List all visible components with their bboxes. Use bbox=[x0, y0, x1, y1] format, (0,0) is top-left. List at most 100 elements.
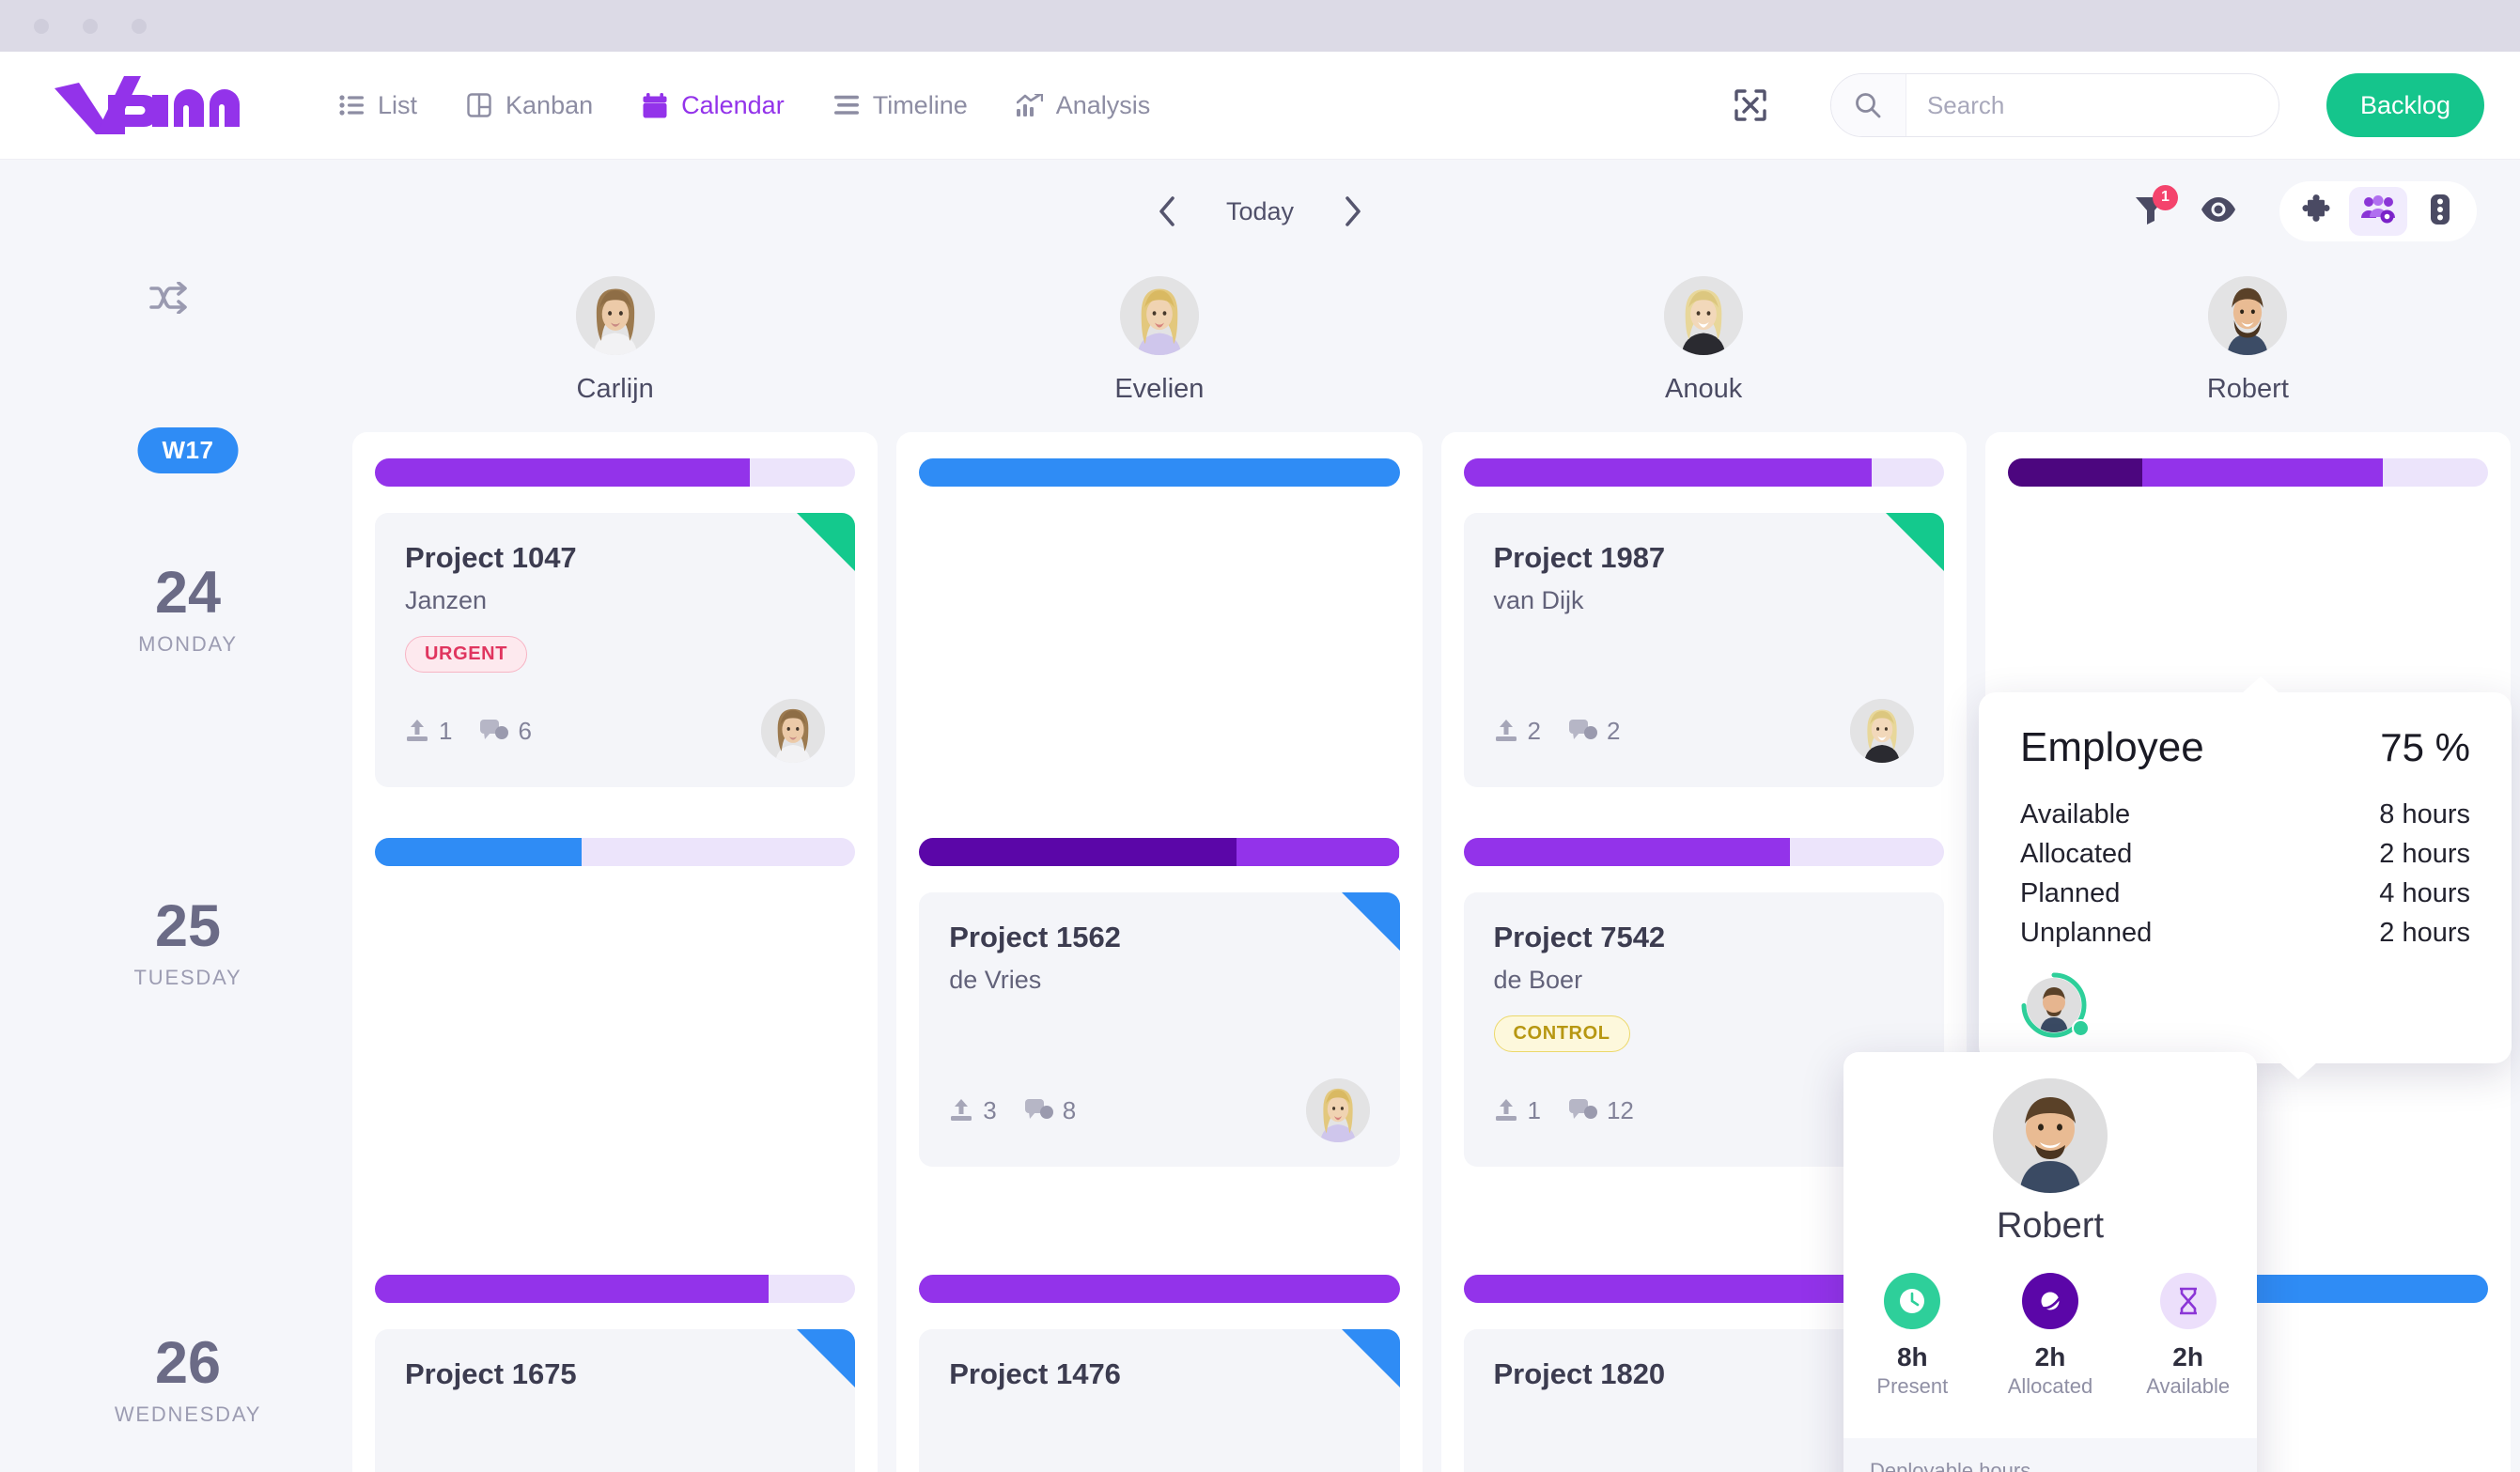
assignee-avatar[interactable] bbox=[1305, 1078, 1370, 1142]
capacity-segment bbox=[375, 458, 750, 487]
search-box[interactable] bbox=[1829, 73, 2279, 137]
assignee-avatar[interactable] bbox=[1849, 699, 1914, 763]
column-name: Evelien bbox=[1114, 374, 1205, 404]
capacity-bar[interactable] bbox=[919, 458, 1400, 487]
capacity-bar[interactable] bbox=[919, 1275, 1400, 1303]
pill-button-status[interactable] bbox=[2411, 187, 2469, 236]
day-cell-monday: 24 MONDAY bbox=[138, 564, 238, 657]
day-section: Project 1675 bbox=[352, 1248, 878, 1472]
stat-label: Allocated bbox=[2007, 1374, 2093, 1398]
assignee-avatar[interactable] bbox=[761, 699, 826, 763]
week-badge[interactable]: W17 bbox=[137, 427, 239, 473]
app-window: List Kanban Calendar Timeline Analysis S… bbox=[0, 0, 2520, 1472]
day-section bbox=[352, 812, 878, 1248]
day-section: Project 1562 de Vries 3 8 bbox=[896, 812, 1422, 1248]
employee-tooltip-avatar bbox=[2020, 971, 2090, 1039]
clock-icon bbox=[1884, 1273, 1941, 1329]
day-number: 25 bbox=[154, 893, 222, 959]
capacity-bar[interactable] bbox=[2007, 458, 2488, 487]
upload-count: 1 bbox=[405, 717, 452, 746]
stat-available: 2h Available bbox=[2132, 1273, 2245, 1399]
upload-count: 1 bbox=[1494, 1096, 1541, 1125]
upload-icon bbox=[1495, 720, 1517, 741]
capacity-bar[interactable] bbox=[375, 458, 856, 487]
capacity-segment bbox=[375, 838, 582, 866]
window-dot-close[interactable] bbox=[34, 18, 49, 34]
card-footer: 1 6 bbox=[405, 699, 826, 763]
comment-icon bbox=[480, 720, 509, 739]
project-card[interactable]: Project 1047 Janzen URGENT 1 6 bbox=[375, 513, 856, 787]
view-mode-pill-group bbox=[2279, 181, 2477, 241]
capacity-bar[interactable] bbox=[919, 838, 1400, 866]
capacity-segment bbox=[1463, 1275, 1887, 1303]
next-period-button[interactable] bbox=[1343, 195, 1363, 227]
nav-item-calendar[interactable]: Calendar bbox=[617, 91, 809, 120]
column-name: Anouk bbox=[1665, 374, 1743, 404]
capacity-segment bbox=[2007, 458, 2142, 487]
toolbar-right-controls: 1 bbox=[2135, 181, 2477, 241]
stat-label: Available bbox=[2146, 1374, 2231, 1398]
upload-count: 2 bbox=[1494, 717, 1541, 746]
employee-tooltip-rows: Available 8 hours Allocated 2 hours Plan… bbox=[2020, 799, 2470, 949]
hourglass-icon bbox=[2159, 1273, 2217, 1329]
capacity-segment bbox=[375, 1275, 770, 1303]
online-status-dot bbox=[2072, 1019, 2090, 1037]
comment-icon bbox=[1568, 720, 1597, 739]
day-section: Project 1047 Janzen URGENT 1 6 bbox=[352, 432, 878, 812]
avatar[interactable] bbox=[1119, 276, 1199, 355]
project-subtitle: de Boer bbox=[1493, 966, 1583, 994]
window-chrome bbox=[0, 0, 2520, 52]
nav-item-analysis[interactable]: Analysis bbox=[992, 91, 1175, 120]
project-card[interactable]: Project 1476 bbox=[919, 1329, 1400, 1472]
row-label: Planned bbox=[2020, 878, 2121, 908]
upload-icon bbox=[951, 1099, 972, 1121]
previous-period-button[interactable] bbox=[1157, 195, 1177, 227]
window-dot-maximize[interactable] bbox=[132, 18, 147, 34]
resource-column-carlijn: Carlijn Project 1047 Janzen URGENT 1 6 P… bbox=[343, 263, 887, 1472]
avatar[interactable] bbox=[1664, 276, 1744, 355]
capacity-bar[interactable] bbox=[375, 1275, 856, 1303]
nav-item-timeline[interactable]: Timeline bbox=[809, 91, 992, 120]
comment-icon bbox=[1024, 1099, 1053, 1119]
comment-count: 12 bbox=[1568, 1096, 1634, 1125]
window-dot-minimize[interactable] bbox=[83, 18, 98, 34]
employee-tooltip-title: Employee bbox=[2020, 724, 2204, 770]
capacity-bar[interactable] bbox=[1463, 458, 1944, 487]
row-value: 2 hours bbox=[2379, 918, 2470, 948]
row-value: 8 hours bbox=[2379, 799, 2470, 829]
capacity-bar[interactable] bbox=[1463, 838, 1944, 866]
employee-row-unplanned: Unplanned 2 hours bbox=[2020, 918, 2470, 949]
tooltip-tail-top bbox=[2242, 676, 2279, 693]
project-card[interactable]: Project 1675 bbox=[375, 1329, 856, 1472]
day-cell-wednesday: 26 WEDNESDAY bbox=[115, 1334, 261, 1427]
fullscreen-icon[interactable] bbox=[1725, 80, 1776, 131]
stat-allocated: 2h Allocated bbox=[1994, 1273, 2107, 1399]
calendar-toolbar: Today 1 bbox=[0, 160, 2520, 263]
pill-button-integrations[interactable] bbox=[2287, 187, 2345, 236]
shuffle-icon[interactable] bbox=[149, 281, 189, 318]
nav-item-list[interactable]: List bbox=[314, 91, 442, 120]
stat-present: 8h Present bbox=[1856, 1273, 1968, 1399]
nav-items: List Kanban Calendar Timeline Analysis bbox=[314, 91, 1174, 120]
search-input[interactable] bbox=[1906, 90, 2279, 120]
column-header: Anouk bbox=[1432, 263, 1976, 432]
project-card[interactable]: Project 1987 van Dijk 2 2 bbox=[1463, 513, 1944, 787]
comment-count: 2 bbox=[1568, 717, 1620, 746]
nav-item-kanban[interactable]: Kanban bbox=[442, 91, 617, 120]
vplan-logo[interactable] bbox=[54, 76, 241, 134]
column-header: Evelien bbox=[887, 263, 1431, 432]
employee-tooltip-popup: Employee 75 % Available 8 hours Allocate… bbox=[1979, 676, 2512, 1079]
pill-button-people[interactable] bbox=[2349, 187, 2407, 236]
capacity-bar[interactable] bbox=[375, 838, 856, 866]
calendar-icon bbox=[642, 92, 668, 118]
avatar[interactable] bbox=[2208, 276, 2288, 355]
project-card[interactable]: Project 1562 de Vries 3 8 bbox=[919, 892, 1400, 1167]
filter-button[interactable]: 1 bbox=[2135, 184, 2178, 229]
backlog-button[interactable]: Backlog bbox=[2326, 73, 2484, 137]
visibility-button[interactable] bbox=[2201, 196, 2236, 227]
column-body: Project 1047 Janzen URGENT 1 6 Project 1… bbox=[352, 432, 879, 1472]
popup-tail bbox=[2031, 1052, 2065, 1053]
day-section: Project 1476 bbox=[896, 1248, 1422, 1472]
today-button[interactable]: Today bbox=[1226, 197, 1294, 226]
avatar[interactable] bbox=[575, 276, 655, 355]
